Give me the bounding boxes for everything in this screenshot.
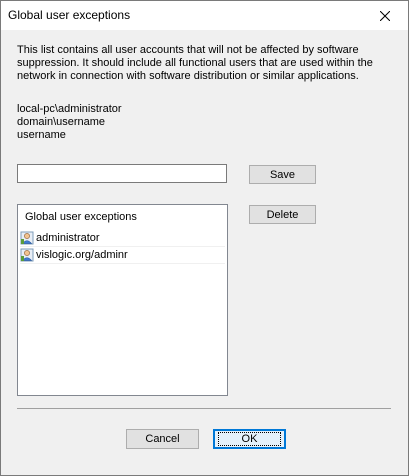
list-header: Global user exceptions bbox=[25, 211, 137, 223]
user-icon bbox=[20, 248, 34, 262]
description-line: network in connection with software dist… bbox=[17, 70, 359, 82]
description-line: This list contains all user accounts tha… bbox=[17, 44, 359, 56]
dialog-window: Global user exceptions This list contain… bbox=[0, 0, 409, 476]
cancel-button[interactable]: Cancel bbox=[126, 429, 199, 449]
close-icon bbox=[380, 10, 390, 21]
close-button[interactable] bbox=[362, 1, 408, 30]
description-line: suppression. It should include all funct… bbox=[17, 57, 373, 69]
list-item-label: vislogic.org/adminr bbox=[36, 249, 128, 261]
delete-button[interactable]: Delete bbox=[249, 205, 316, 224]
example-line: local-pc\administrator bbox=[17, 103, 122, 115]
user-icon bbox=[20, 231, 34, 245]
list-item[interactable]: administrator bbox=[20, 230, 225, 247]
window-title: Global user exceptions bbox=[8, 8, 131, 22]
example-line: username bbox=[17, 129, 66, 141]
exceptions-list[interactable]: Global user exceptions administrator vis… bbox=[17, 204, 228, 396]
list-item[interactable]: vislogic.org/adminr bbox=[20, 247, 225, 264]
format-examples: local-pc\administrator domain\username u… bbox=[17, 103, 122, 142]
description-text: This list contains all user accounts tha… bbox=[17, 44, 373, 83]
ok-button-label: OK bbox=[217, 432, 282, 446]
example-line: domain\username bbox=[17, 116, 106, 128]
list-item-label: administrator bbox=[36, 232, 100, 244]
ok-button[interactable]: OK bbox=[213, 429, 286, 449]
username-input[interactable] bbox=[17, 164, 227, 183]
title-bar: Global user exceptions bbox=[1, 1, 408, 30]
divider bbox=[17, 408, 391, 409]
save-button[interactable]: Save bbox=[249, 165, 316, 184]
